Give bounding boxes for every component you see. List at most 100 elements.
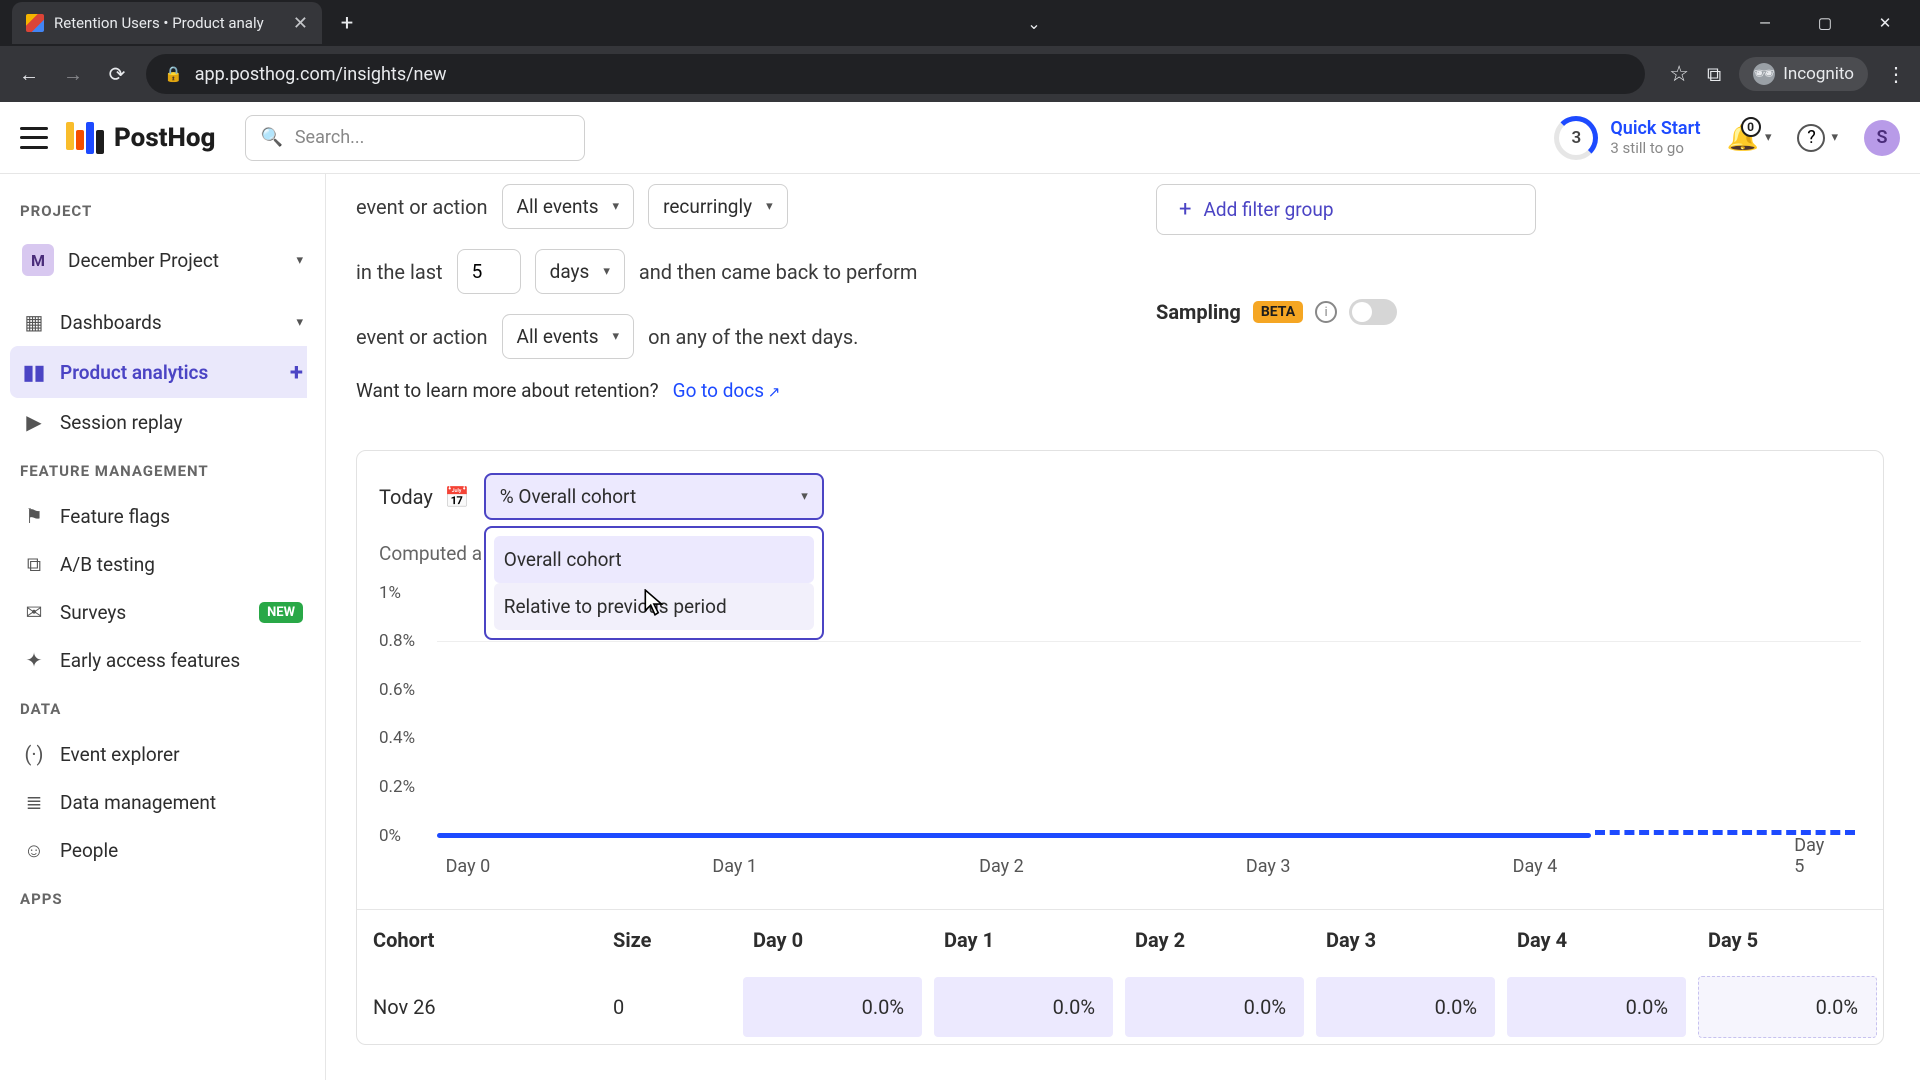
browser-tab-bar: Retention Users • Product analy ✕ + ⌄ — … (0, 0, 1920, 46)
info-icon[interactable]: i (1315, 301, 1337, 323)
ytick: 0.8% (379, 631, 415, 651)
sidebar-item-event-explorer[interactable]: (·) Event explorer (10, 730, 315, 778)
menu-toggle-button[interactable] (20, 127, 48, 149)
reload-button[interactable]: ⟳ (102, 59, 132, 89)
label-event-action-1: event or action (356, 195, 488, 219)
sampling-label: Sampling (1156, 300, 1241, 324)
option-relative-previous[interactable]: Relative to previous period (494, 583, 814, 630)
install-app-icon[interactable]: ⧉ (1707, 62, 1721, 86)
bars-icon: ▮▮ (22, 360, 46, 384)
help-button[interactable]: ? ▾ (1797, 124, 1838, 152)
tab-favicon (26, 14, 44, 32)
flask-icon: ⧉ (22, 552, 46, 576)
new-badge: NEW (259, 602, 303, 623)
sidebar-item-ab-testing[interactable]: ⧉ A/B testing (10, 540, 315, 588)
chevron-down-icon: ▾ (603, 264, 610, 279)
retention-card: Today 📅 % Overall cohort ▾ Overall cohor… (356, 450, 1884, 1045)
label-event-action-2: event or action (356, 325, 488, 349)
sidebar-item-product-analytics[interactable]: ▮▮ Product analytics + (10, 346, 315, 398)
xtick: Day 2 (979, 856, 1024, 877)
sidebar-item-data-management[interactable]: ≣ Data management (10, 778, 315, 826)
browser-menu-icon[interactable]: ⋮ (1886, 62, 1906, 86)
ytick: 0.4% (379, 728, 415, 748)
xtick: Day 3 (1246, 856, 1291, 877)
period-count-input[interactable] (457, 249, 521, 294)
chevron-down-icon: ▾ (1765, 130, 1772, 145)
project-selector[interactable]: M December Project ▾ (10, 232, 315, 288)
play-icon: ▶ (22, 410, 46, 434)
progress-ring-icon: 3 (1554, 116, 1598, 160)
person-icon: ☺ (22, 838, 46, 862)
go-to-docs-link[interactable]: Go to docs (673, 379, 781, 402)
select-event-1[interactable]: All events ▾ (502, 184, 635, 229)
maximize-button[interactable]: ▢ (1796, 3, 1854, 43)
section-label-project: PROJECT (10, 196, 315, 232)
broadcast-icon: (·) (22, 742, 46, 766)
sidebar-item-dashboards[interactable]: ▦ Dashboards ▾ (10, 298, 315, 346)
sidebar-item-people[interactable]: ☺ People (10, 826, 315, 874)
xtick: Day 1 (712, 856, 757, 877)
retention-mode-select[interactable]: % Overall cohort ▾ (484, 473, 824, 520)
label-on-any: on any of the next days. (648, 325, 858, 349)
sidebar-item-feature-flags[interactable]: ⚑ Feature flags (10, 492, 315, 540)
url-text: app.posthog.com/insights/new (195, 64, 447, 85)
date-range-button[interactable]: Today 📅 (379, 485, 470, 509)
plus-icon: + (1179, 197, 1191, 222)
label-came-back: and then came back to perform (639, 260, 918, 284)
window-controls: — ▢ ✕ (1736, 3, 1920, 43)
xtick: Day 0 (446, 856, 491, 877)
chevron-down-icon: ▾ (296, 315, 303, 330)
help-icon: ? (1797, 124, 1825, 152)
table-header-row: Cohort Size Day 0 Day 1 Day 2 Day 3 Day … (357, 910, 1883, 970)
sidebar-item-early-access[interactable]: ✦ Early access features (10, 636, 315, 684)
xtick: Day 4 (1513, 856, 1558, 877)
ytick: 0.6% (379, 680, 415, 700)
table-row[interactable]: Nov 26 0 0.0% 0.0% 0.0% 0.0% 0.0% 0.0% (357, 970, 1883, 1044)
flag-icon: ⚑ (22, 504, 46, 528)
quick-start-button[interactable]: 3 Quick Start 3 still to go (1554, 116, 1700, 160)
back-button[interactable]: ← (14, 59, 44, 89)
search-icon: 🔍 (260, 127, 282, 148)
retention-mode-dropdown: Overall cohort Relative to previous peri… (484, 526, 824, 640)
search-input[interactable]: 🔍 Search... (245, 115, 585, 161)
app-header: PostHog 🔍 Search... 3 Quick Start 3 stil… (0, 102, 1920, 174)
minimize-button[interactable]: — (1736, 3, 1794, 43)
sampling-toggle[interactable] (1349, 299, 1397, 325)
option-overall-cohort[interactable]: Overall cohort (494, 536, 814, 583)
tab-close-icon[interactable]: ✕ (293, 13, 308, 34)
sidebar-item-surveys[interactable]: ✉ Surveys NEW (10, 588, 315, 636)
survey-icon: ✉ (22, 600, 46, 624)
incognito-badge[interactable]: 🕶 Incognito (1739, 57, 1868, 91)
user-avatar[interactable]: S (1864, 120, 1900, 156)
chevron-down-icon: ▾ (801, 489, 808, 504)
browser-tab[interactable]: Retention Users • Product analy ✕ (12, 2, 322, 44)
add-filter-group-button[interactable]: + Add filter group (1156, 184, 1536, 235)
lock-icon: 🔒 (164, 65, 183, 83)
ytick: 1% (379, 583, 401, 603)
section-label-data: DATA (10, 694, 315, 730)
grid-icon: ▦ (22, 310, 46, 334)
scrollbar-thumb[interactable] (311, 178, 323, 878)
database-icon: ≣ (22, 790, 46, 814)
notifications-button[interactable]: 🔔 0 ▾ (1727, 123, 1772, 153)
close-window-button[interactable]: ✕ (1856, 3, 1914, 43)
learn-more-text: Want to learn more about retention? (356, 379, 659, 402)
new-tab-button[interactable]: + (332, 11, 362, 36)
bookmark-icon[interactable]: ☆ (1669, 62, 1689, 87)
logo-mark-icon (66, 122, 104, 154)
add-insight-button[interactable]: + (290, 358, 303, 386)
select-event-2[interactable]: All events ▾ (502, 314, 635, 359)
url-input[interactable]: 🔒 app.posthog.com/insights/new (146, 54, 1645, 94)
section-label-feature: FEATURE MANAGEMENT (10, 456, 315, 492)
ytick: 0% (379, 826, 401, 846)
tabs-dropdown-icon[interactable]: ⌄ (1027, 14, 1040, 33)
retention-table: Cohort Size Day 0 Day 1 Day 2 Day 3 Day … (357, 909, 1883, 1044)
logo[interactable]: PostHog (66, 122, 215, 154)
address-bar: ← → ⟳ 🔒 app.posthog.com/insights/new ☆ ⧉… (0, 46, 1920, 102)
beta-badge: BETA (1253, 301, 1303, 323)
period-unit-select[interactable]: days ▾ (535, 249, 625, 294)
select-recurringly[interactable]: recurringly ▾ (648, 184, 788, 229)
tab-title: Retention Users • Product analy (54, 14, 264, 32)
sidebar-item-session-replay[interactable]: ▶ Session replay (10, 398, 315, 446)
forward-button[interactable]: → (58, 59, 88, 89)
